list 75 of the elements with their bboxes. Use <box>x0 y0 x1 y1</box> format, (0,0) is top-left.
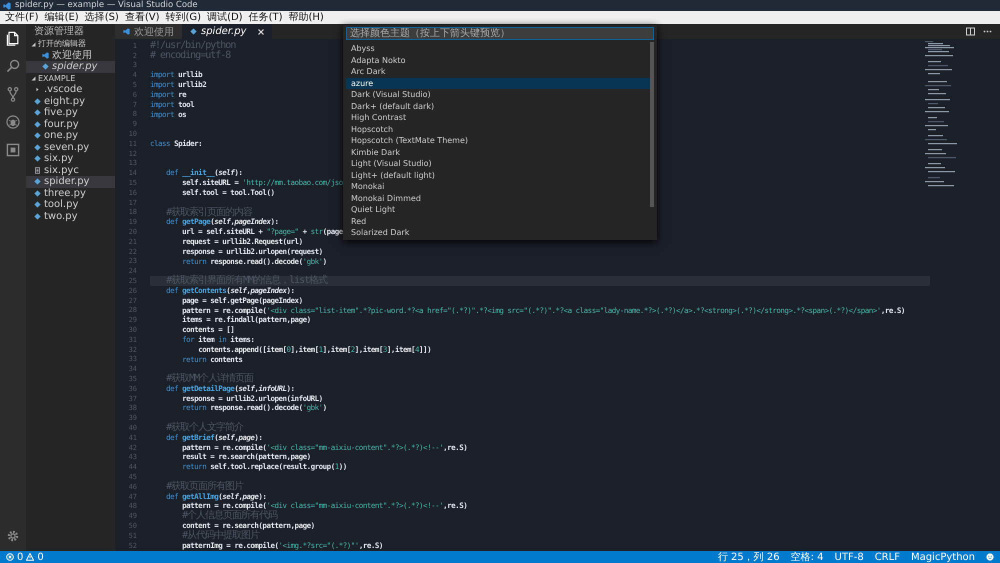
menu-item[interactable]: 文件(F) <box>2 11 42 24</box>
theme-option[interactable]: Light+ (default light) <box>346 170 650 181</box>
warning-count[interactable]: 0 <box>37 552 44 562</box>
theme-option[interactable]: Hopscotch (TextMate Theme) <box>346 135 650 146</box>
file-item[interactable]: six.pyc <box>44 164 79 176</box>
theme-option[interactable]: Hopscotch <box>346 124 650 135</box>
menu-item[interactable]: 帮助(H) <box>286 11 327 24</box>
split-editor-icon[interactable] <box>966 27 975 36</box>
file-item[interactable]: six.py <box>44 153 74 164</box>
file-item[interactable]: .vscode <box>44 84 82 96</box>
theme-option[interactable]: Dark (Visual Studio) <box>346 89 650 100</box>
vscode-icon <box>123 28 130 35</box>
window-title: spider.py — example — Visual Studio Code <box>15 0 198 11</box>
theme-option[interactable]: High Contrast <box>346 112 650 124</box>
menu-item[interactable]: 任务(T) <box>246 11 286 24</box>
file-item[interactable]: one.py <box>44 130 78 142</box>
menu-item[interactable]: 编辑(E) <box>42 11 82 24</box>
theme-option[interactable]: Quiet Light <box>346 204 650 216</box>
file-item[interactable]: seven.py <box>44 142 90 153</box>
code-line: #从代码中提取图片 <box>182 530 260 541</box>
theme-option[interactable]: Kimbie Dark <box>346 146 650 158</box>
sidebar-title: 资源管理器 <box>34 25 84 38</box>
code-line: #获取索引页面的内容 <box>166 208 252 218</box>
theme-option[interactable]: Light (Visual Studio) <box>346 158 650 170</box>
close-icon[interactable] <box>258 28 264 34</box>
status-item[interactable]: MagicPython <box>910 552 975 562</box>
file-item[interactable]: spider.py <box>52 61 98 72</box>
code-line: #获取MM个人详情页面 <box>166 374 254 384</box>
file-icon <box>34 166 41 174</box>
theme-option[interactable]: Abyss <box>346 43 650 54</box>
file-item[interactable]: three.py <box>44 188 86 199</box>
status-item[interactable]: UTF-8 <box>834 552 864 562</box>
error-icon[interactable] <box>6 553 14 561</box>
status-item[interactable]: CRLF <box>874 552 900 562</box>
section-header[interactable]: EXAMPLE <box>38 74 76 83</box>
menu-item[interactable]: 调试(D) <box>204 11 246 24</box>
status-item[interactable]: 行 25，列 26 <box>718 550 780 563</box>
theme-option[interactable]: Red <box>346 216 650 227</box>
theme-option[interactable]: Monokai <box>346 181 650 192</box>
theme-option[interactable]: azure <box>346 78 650 89</box>
code-line: #获取页面所有图片 <box>166 482 244 492</box>
file-item[interactable]: five.py <box>44 107 78 118</box>
status-item[interactable]: 空格: 4 <box>790 550 824 563</box>
file-item[interactable]: 欢迎使用 <box>52 50 92 61</box>
menu-item[interactable]: 转到(G) <box>162 11 204 24</box>
chevron-right-icon <box>34 86 41 94</box>
file-item[interactable]: tool.py <box>44 199 78 210</box>
editor-tab[interactable]: 欢迎使用 <box>115 24 182 39</box>
warning-icon[interactable] <box>26 553 34 561</box>
menu-item[interactable]: 选择(S) <box>82 11 122 24</box>
vscode-icon <box>42 52 49 59</box>
file-diamond-icon <box>42 63 49 70</box>
scrollbar-thumb[interactable] <box>650 42 654 207</box>
code-line: # encoding=utf-8 <box>150 50 230 61</box>
file-item[interactable]: spider.py <box>44 176 90 188</box>
theme-option[interactable]: Solarized Dark <box>346 227 650 238</box>
section-header[interactable]: 打开的编辑器 <box>38 38 86 50</box>
theme-option[interactable]: Dark+ (default dark) <box>346 100 650 112</box>
code-line: #个人信息页面所有代码 <box>182 511 278 522</box>
vscode-icon <box>3 2 11 10</box>
chevron-down-icon[interactable] <box>30 40 36 47</box>
smiley-icon[interactable] <box>986 553 994 561</box>
theme-option[interactable]: Monokai Dimmed <box>346 192 650 204</box>
code-line: #!/usr/bin/python <box>150 41 236 51</box>
file-item[interactable]: two.py <box>44 210 78 222</box>
file-item[interactable]: four.py <box>44 118 79 130</box>
code-line: #获取个人文字简介 <box>166 423 244 433</box>
menu-item[interactable]: 查看(V) <box>122 11 162 24</box>
file-diamond-icon <box>190 28 197 35</box>
theme-option[interactable]: Adapta Nokto <box>346 54 650 66</box>
error-count[interactable]: 0 <box>17 552 24 562</box>
chevron-down-icon[interactable] <box>30 75 36 82</box>
file-item[interactable]: eight.py <box>44 96 85 107</box>
editor-tab[interactable]: spider.py <box>182 24 272 39</box>
theme-option[interactable]: Arc Dark <box>346 66 650 78</box>
